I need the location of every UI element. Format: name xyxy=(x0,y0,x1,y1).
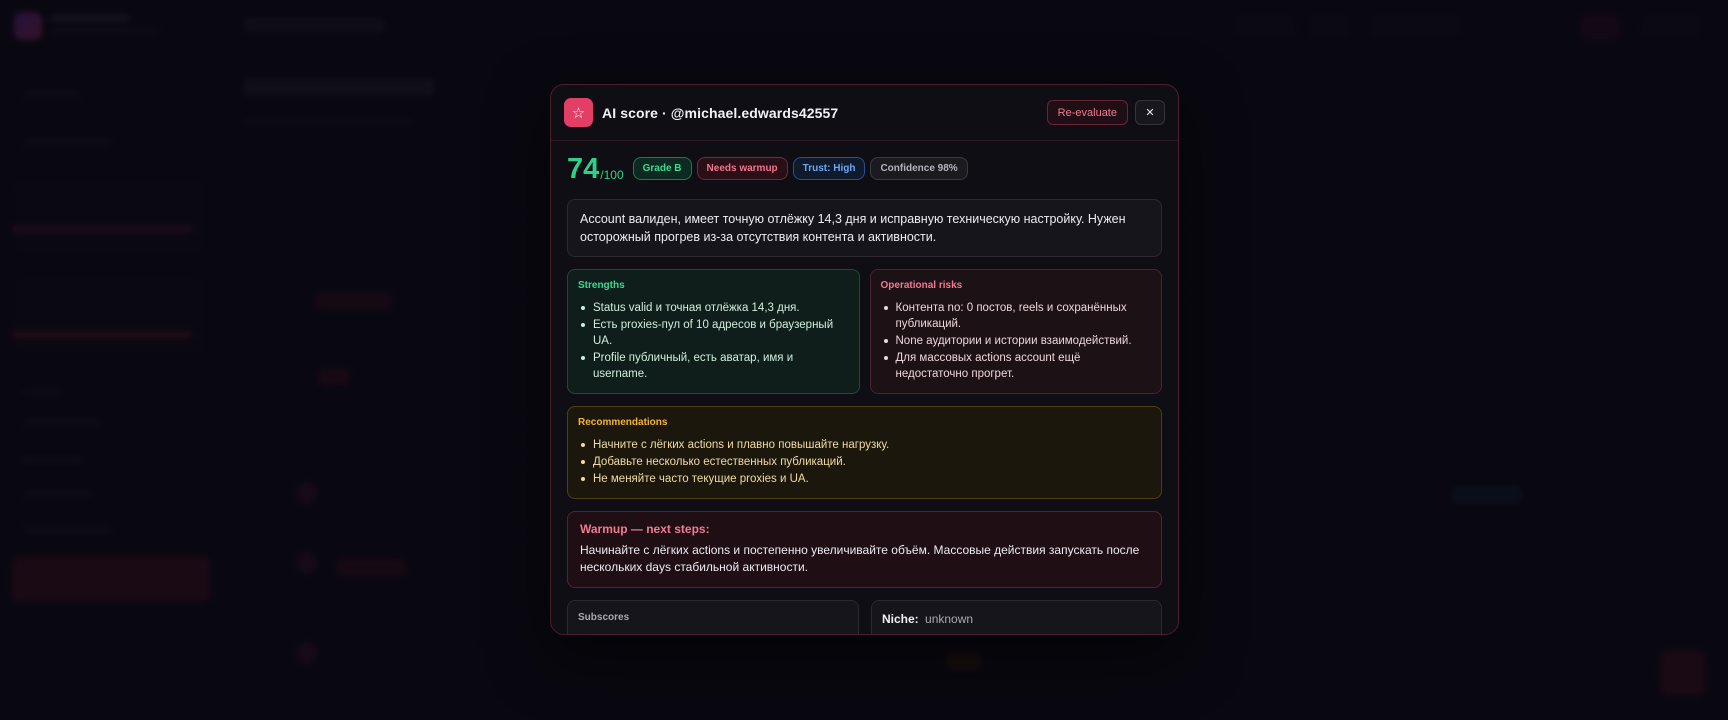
confidence-badge: Confidence 98% xyxy=(870,157,968,180)
recommendations-title: Recommendations xyxy=(578,417,668,428)
score-badges: Grade B Needs warmup Trust: High Confide… xyxy=(632,157,968,180)
close-button[interactable]: ✕ xyxy=(1135,100,1165,125)
list-item: Для массовых actions account ещё недоста… xyxy=(881,350,1152,382)
list-item: Profile публичный, есть аватар, имя и us… xyxy=(578,350,849,382)
strengths-list: Status valid и точная отлёжка 14,3 дня. … xyxy=(578,300,849,382)
list-item: Есть proxies-пул of 10 адресов и браузер… xyxy=(578,317,849,349)
recommendations-list: Начните с лёгких actions и плавно повыша… xyxy=(578,437,1151,487)
modal-header: ☆ AI score · @michael.edwards42557 Re-ev… xyxy=(551,85,1178,141)
strengths-risks-row: Strengths Status valid и точная отлёжка … xyxy=(567,269,1162,394)
ai-score-modal: ☆ AI score · @michael.edwards42557 Re-ev… xyxy=(550,84,1179,635)
strengths-title: Strengths xyxy=(578,280,625,291)
risks-card: Operational risks Контента no: 0 постов,… xyxy=(869,269,1162,394)
list-item: Начните с лёгких actions и плавно повыша… xyxy=(578,437,1151,453)
list-item: None аудитории и истории взаимодействий. xyxy=(881,333,1152,349)
risks-title: Operational risks xyxy=(880,280,963,291)
score-value: 74 xyxy=(567,153,600,185)
recommendations-card: Recommendations Начните с лёгких actions… xyxy=(567,406,1162,499)
summary-text: Account валиден, имеет точную отлёжку 14… xyxy=(567,199,1162,257)
subscores-card: Subscores xyxy=(567,600,859,634)
warmup-title: Warmup — next steps: xyxy=(580,522,710,536)
warmup-text: Начинайте с лёгких actions и постепенно … xyxy=(580,543,1140,574)
star-icon: ☆ xyxy=(564,98,593,127)
modal-body: 74 /100 Grade B Needs warmup Trust: High… xyxy=(551,141,1178,634)
list-item: Status valid и точная отлёжка 14,3 дня. xyxy=(578,300,849,316)
subscores-title: Subscores xyxy=(578,612,630,623)
niche-value: unknown xyxy=(925,612,974,626)
trust-badge: Trust: High xyxy=(792,157,866,180)
score-max: /100 xyxy=(600,168,624,182)
score-row: 74 /100 Grade B Needs warmup Trust: High… xyxy=(567,153,1162,185)
strengths-card: Strengths Status valid и точная отлёжка … xyxy=(567,269,860,394)
re-evaluate-button[interactable]: Re-evaluate xyxy=(1046,100,1128,125)
niche-label: Niche: xyxy=(882,612,919,626)
risks-list: Контента no: 0 постов, reels и сохранённ… xyxy=(881,300,1152,382)
bottom-row: Subscores Niche: unknown xyxy=(567,600,1162,634)
list-item: Не меняйте часто текущие proxies и UA. xyxy=(578,471,1151,487)
list-item: Контента no: 0 постов, reels и сохранённ… xyxy=(881,300,1152,332)
warmup-badge: Needs warmup xyxy=(696,157,788,180)
list-item: Добавьте несколько естественных публикац… xyxy=(578,454,1151,470)
grade-badge: Grade B xyxy=(632,157,692,180)
warmup-card: Warmup — next steps: Начинайте с лёгких … xyxy=(567,511,1162,588)
niche-card: Niche: unknown xyxy=(871,600,1162,634)
modal-title: AI score · @michael.edwards42557 xyxy=(602,104,839,121)
